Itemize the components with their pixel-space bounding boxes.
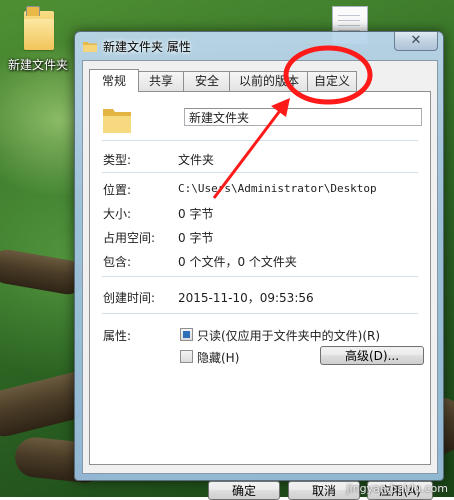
type-label: 类型: <box>103 153 132 167</box>
readonly-checkbox[interactable] <box>180 328 193 341</box>
location-value: C:\Users\Administrator\Desktop <box>178 182 377 195</box>
disk-size-value: 0 字节 <box>178 231 214 245</box>
contains-value: 0 个文件，0 个文件夹 <box>178 255 297 269</box>
desktop-folder-shortcut[interactable]: 新建文件夹 <box>0 0 80 76</box>
properties-dialog: 新建文件夹 属性 ✕ 常规 共享 安全 以前的版本 自定义 新建文件夹 类型: … <box>74 31 444 500</box>
watermark: jingyan.baidu.com <box>346 482 448 495</box>
tab-general[interactable]: 常规 <box>89 69 139 92</box>
tab-sharing[interactable]: 共享 <box>137 71 185 91</box>
desktop-folder-label: 新建文件夹 <box>8 58 69 72</box>
location-label: 位置: <box>103 183 132 197</box>
folder-icon <box>102 106 132 134</box>
readonly-label[interactable]: 只读(仅应用于文件夹中的文件)(R) <box>197 327 380 344</box>
divider <box>102 172 418 173</box>
folder-icon <box>24 6 54 50</box>
divider <box>102 276 418 277</box>
hidden-label[interactable]: 隐藏(H) <box>197 349 239 366</box>
hidden-checkbox[interactable] <box>180 350 193 363</box>
folder-icon <box>83 40 97 52</box>
attributes-label: 属性: <box>103 329 132 343</box>
dialog-title: 新建文件夹 属性 <box>103 40 191 54</box>
advanced-button[interactable]: 高级(D)... <box>320 346 424 365</box>
size-value: 0 字节 <box>178 207 214 221</box>
created-label: 创建时间: <box>103 291 156 305</box>
disk-size-label: 占用空间: <box>103 231 156 245</box>
divider <box>102 140 418 141</box>
tab-customize[interactable]: 自定义 <box>307 71 357 91</box>
ok-button[interactable]: 确定 <box>208 481 280 500</box>
contains-label: 包含: <box>103 255 132 269</box>
size-label: 大小: <box>103 207 132 221</box>
tab-previous-versions[interactable]: 以前的版本 <box>229 71 309 91</box>
dialog-client-area: 常规 共享 安全 以前的版本 自定义 新建文件夹 类型: 文件夹 位置: C:\… <box>82 60 438 500</box>
type-value: 文件夹 <box>178 153 215 167</box>
title-bar[interactable]: 新建文件夹 属性 ✕ <box>75 32 443 60</box>
created-value: 2015-11-10，09:53:56 <box>178 291 314 305</box>
folder-name-input[interactable]: 新建文件夹 <box>184 108 422 126</box>
tab-security[interactable]: 安全 <box>183 71 231 91</box>
close-button[interactable]: ✕ <box>394 32 438 51</box>
divider <box>102 313 418 314</box>
general-tab-panel: 新建文件夹 类型: 文件夹 位置: C:\Users\Administrator… <box>89 91 431 465</box>
